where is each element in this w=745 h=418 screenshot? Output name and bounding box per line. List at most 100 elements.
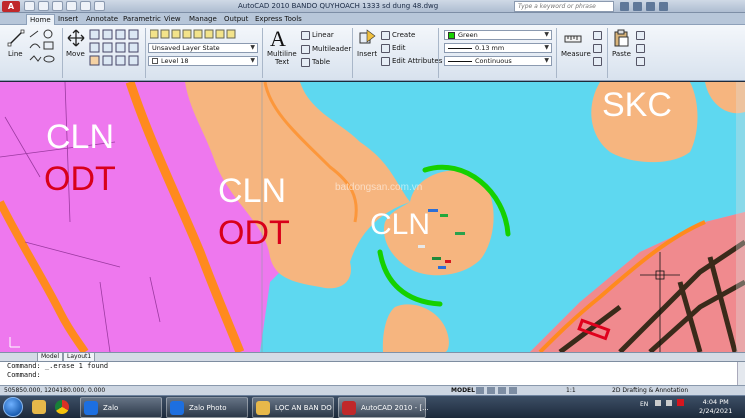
move-icon[interactable]	[67, 29, 85, 47]
color-dropdown[interactable]: Green ▼	[444, 30, 552, 40]
measure-icon[interactable]	[564, 30, 582, 48]
match-properties-icon[interactable]	[636, 57, 645, 66]
status-toggle-icons	[476, 387, 517, 394]
multileader-icon[interactable]	[301, 45, 310, 54]
table-icon[interactable]	[301, 58, 310, 67]
linear-dimension-icon[interactable]	[301, 31, 310, 40]
linetype-dropdown[interactable]: Continuous ▼	[444, 56, 552, 66]
snap-icon[interactable]	[476, 387, 484, 394]
paste-icon[interactable]	[612, 29, 630, 47]
modify-tools-icons[interactable]	[89, 29, 141, 69]
model-space-button[interactable]: MODEL	[451, 386, 475, 395]
tray-arrow-icon[interactable]	[655, 400, 662, 406]
linetype-value: Continuous	[475, 57, 512, 65]
layer-tools-icons[interactable]	[150, 29, 260, 39]
taskbar-item-zalo[interactable]: Zalo	[80, 397, 162, 418]
chrome-pin[interactable]	[52, 397, 74, 418]
binoculars-icon[interactable]	[620, 2, 629, 11]
folder-icon	[32, 400, 46, 414]
tab-view[interactable]: View	[161, 14, 184, 25]
grid-icon[interactable]	[487, 387, 495, 394]
status-bar: 505850.000, 1204180.000, 0.000 MODEL 1:1…	[0, 385, 745, 395]
clock-date: 2/24/2021	[699, 407, 733, 415]
edit-block-label[interactable]: Edit	[392, 44, 406, 52]
language-indicator[interactable]: EN	[640, 401, 648, 408]
copy-icon[interactable]	[636, 44, 645, 53]
edit-attributes-label[interactable]: Edit Attributes	[392, 57, 442, 65]
table-label[interactable]: Table	[312, 58, 330, 66]
application-menu-button[interactable]: A	[2, 1, 20, 12]
new-icon[interactable]	[24, 1, 35, 11]
workspace-switch[interactable]: 2D Drafting & Annotation	[612, 386, 688, 395]
edit-block-icon[interactable]	[381, 44, 390, 53]
map-label-cln-peninsula: CLN	[370, 208, 431, 241]
layout-tab-bar: Model Layout1	[0, 352, 745, 362]
layer-state-dropdown[interactable]: Unsaved Layer State ▼	[148, 43, 258, 53]
taskbar-item-autocad[interactable]: AutoCAD 2010 - [...	[338, 397, 429, 418]
tab-annotate[interactable]: Annotate	[83, 14, 121, 25]
system-clock[interactable]: 4:04 PM 2/24/2021	[699, 398, 732, 416]
multiline-text-label-2[interactable]: Text	[275, 58, 289, 66]
multileader-label[interactable]: Multileader	[312, 45, 351, 53]
create-block-label[interactable]: Create	[392, 31, 415, 39]
move-button-label[interactable]: Move	[66, 50, 85, 58]
edit-attributes-icon[interactable]	[381, 57, 390, 66]
layer-value: Level 18	[161, 57, 189, 65]
open-icon[interactable]	[38, 1, 49, 11]
cut-icon[interactable]	[636, 31, 645, 40]
insert-block-icon[interactable]	[358, 29, 376, 47]
start-button[interactable]	[3, 397, 23, 417]
command-line[interactable]: Command: _.erase 1 found Command:	[0, 361, 745, 386]
line-icon[interactable]	[7, 29, 25, 47]
print-icon[interactable]	[94, 1, 105, 11]
tab-manage[interactable]: Manage	[186, 14, 220, 25]
zalo-photo-icon	[170, 401, 184, 415]
linear-dimension-label[interactable]: Linear	[312, 31, 334, 39]
taskbar-item-folder[interactable]: LỌC AN BAN DO	[252, 397, 334, 418]
utility-icon-1[interactable]	[593, 31, 602, 40]
tab-insert[interactable]: Insert	[55, 14, 81, 25]
layer-dropdown[interactable]: Level 18 ▼	[148, 56, 258, 66]
clock-time: 4:04 PM	[702, 398, 729, 406]
map-label-odt-center: ODT	[218, 214, 290, 252]
map-label-skc: SKC	[602, 86, 672, 124]
redo-icon[interactable]	[80, 1, 91, 11]
search-input[interactable]: Type a keyword or phrase	[514, 1, 614, 12]
polar-icon[interactable]	[509, 387, 517, 394]
tab-output[interactable]: Output	[221, 14, 251, 25]
insert-block-label[interactable]: Insert	[357, 50, 377, 58]
help-icon[interactable]	[659, 2, 668, 11]
line-button-label[interactable]: Line	[8, 50, 23, 58]
taskbar-item-zalo-photo[interactable]: Zalo Photo	[166, 397, 248, 418]
unikey-icon[interactable]	[677, 399, 685, 406]
system-tray: EN	[640, 399, 685, 408]
paste-label[interactable]: Paste	[612, 50, 631, 58]
command-prompt[interactable]: Command:	[7, 371, 745, 380]
utility-icon-3[interactable]	[593, 57, 602, 66]
ortho-icon[interactable]	[498, 387, 506, 394]
multiline-text-label-1[interactable]: Multiline	[267, 50, 297, 58]
lineweight-dropdown[interactable]: 0.13 mm ▼	[444, 43, 552, 53]
annotation-scale[interactable]: 1:1	[566, 386, 576, 395]
favorites-icon[interactable]	[646, 2, 655, 11]
communication-center-icon[interactable]	[633, 2, 642, 11]
multiline-text-icon[interactable]: A	[270, 26, 286, 52]
undo-icon[interactable]	[66, 1, 77, 11]
draw-tools-icons[interactable]	[28, 28, 58, 68]
explorer-pin[interactable]	[29, 397, 51, 418]
measure-label[interactable]: Measure	[561, 50, 591, 58]
taskbar-item-autocad-label: AutoCAD 2010 - [...	[361, 404, 429, 412]
command-scrollbar[interactable]	[737, 362, 745, 386]
vertical-scrollbar[interactable]	[736, 82, 745, 352]
save-icon[interactable]	[52, 1, 63, 11]
create-block-icon[interactable]	[381, 31, 390, 40]
command-history-line: Command: _.erase 1 found	[7, 362, 109, 370]
network-icon[interactable]	[666, 400, 673, 406]
utility-icon-2[interactable]	[593, 44, 602, 53]
tab-express-tools[interactable]: Express Tools	[252, 14, 305, 25]
drawing-canvas[interactable]: CLN ODT CLN ODT CLN SKC batdongsan.com.v…	[0, 82, 745, 352]
tab-home[interactable]: Home	[26, 14, 55, 25]
autocad-icon	[342, 401, 356, 415]
tab-parametric[interactable]: Parametric	[120, 14, 164, 25]
color-value: Green	[458, 31, 478, 39]
